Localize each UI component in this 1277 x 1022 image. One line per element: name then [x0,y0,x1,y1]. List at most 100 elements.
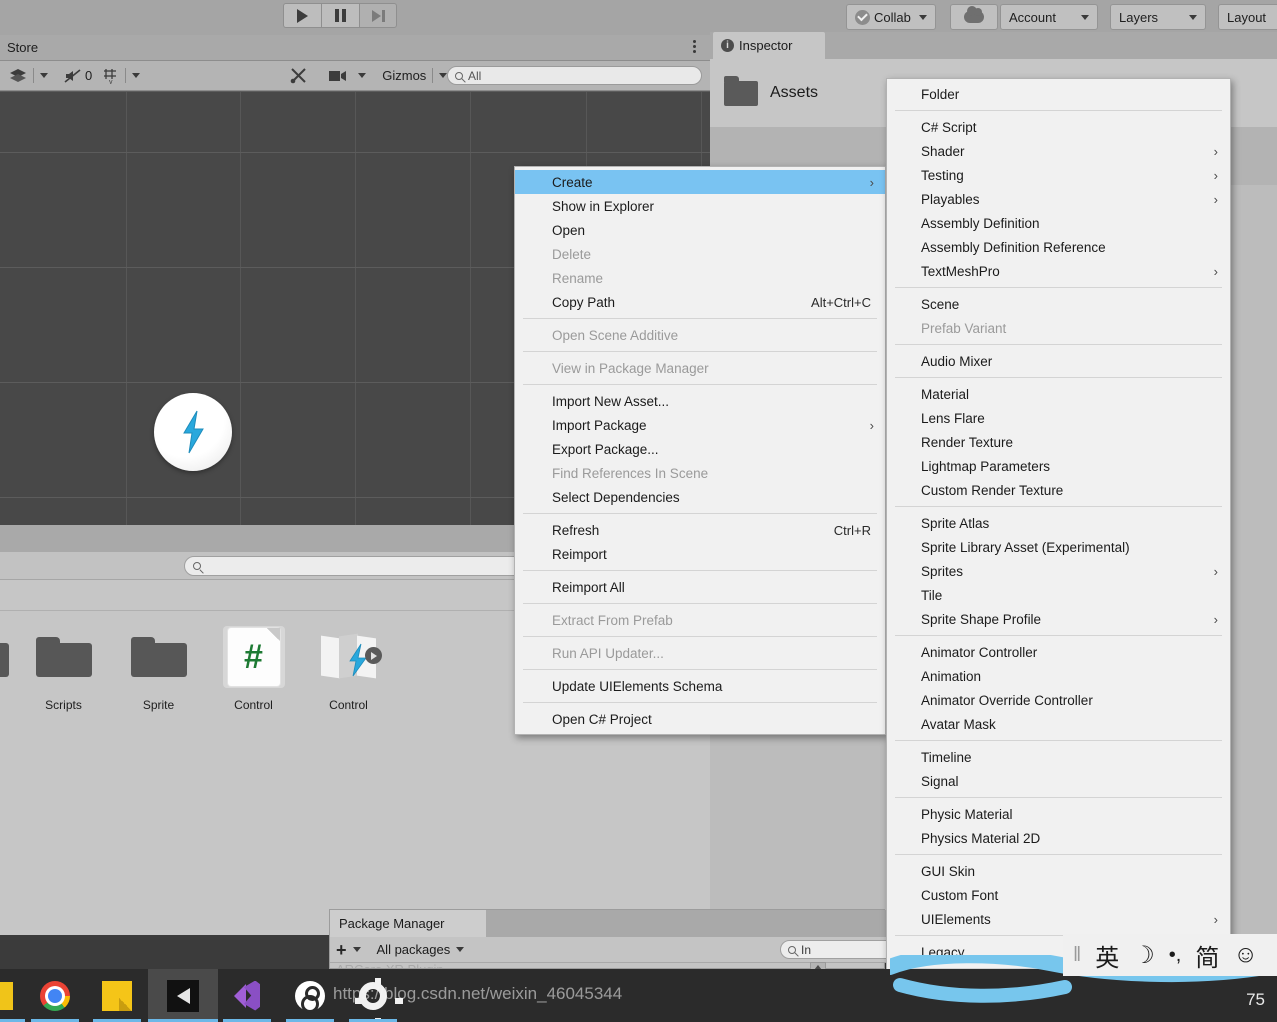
chevron-right-icon: › [1213,611,1218,627]
taskbar-item-chrome[interactable] [20,969,90,1022]
asset-item-control-script[interactable]: # Control [206,612,301,712]
play-button[interactable] [283,3,321,28]
shading-mode-dropdown[interactable] [35,65,53,86]
pause-button[interactable] [321,3,359,28]
account-button[interactable]: Account [1000,4,1098,30]
create-menu-item-uielements[interactable]: UIElements › [887,907,1230,931]
create-menu-item-signal[interactable]: Signal [887,769,1230,793]
create-menu-item-material[interactable]: Material [887,382,1230,406]
create-menu-item-sprite-library-asset-experimental[interactable]: Sprite Library Asset (Experimental) [887,535,1230,559]
create-menu-item-folder[interactable]: Folder [887,82,1230,106]
project-search-input[interactable] [184,556,534,576]
create-menu-item-testing[interactable]: Testing › [887,163,1230,187]
context-menu-item-import-package[interactable]: Import Package › [515,413,885,437]
scene-camera-dropdown[interactable] [353,65,371,86]
create-menu-item-shader[interactable]: Shader › [887,139,1230,163]
create-menu-item-sprite-shape-profile[interactable]: Sprite Shape Profile › [887,607,1230,631]
scene-sprite-object[interactable] [154,393,232,471]
collab-button[interactable]: Collab [846,4,936,30]
cloud-button[interactable] [950,4,998,30]
create-menu-item-textmeshpro[interactable]: TextMeshPro › [887,259,1230,283]
ime-punctuation-label[interactable]: •, [1169,944,1182,967]
chevron-right-icon: › [1213,191,1218,207]
context-menu-item-create[interactable]: Create › [515,170,885,194]
step-button[interactable] [359,3,397,28]
context-menu-item-select-dependencies[interactable]: Select Dependencies [515,485,885,509]
create-menu-item-lens-flare[interactable]: Lens Flare [887,406,1230,430]
create-menu-item-animation[interactable]: Animation [887,664,1230,688]
create-menu-item-physic-material[interactable]: Physic Material [887,802,1230,826]
drag-grip-icon[interactable]: ‖ [1073,944,1081,967]
menu-item-label: Timeline [921,749,972,765]
scene-fx-dropdown[interactable] [127,65,145,86]
taskbar-item-unity[interactable] [148,969,218,1022]
context-menu-item-import-new-asset[interactable]: Import New Asset... [515,389,885,413]
create-menu-item-custom-font[interactable]: Custom Font [887,883,1230,907]
ime-simplified-label[interactable]: 简 [1195,938,1219,973]
plus-icon[interactable]: + [336,941,347,959]
tab-inspector[interactable]: i Inspector [713,32,825,59]
cloud-icon [964,6,984,23]
tab-package-manager[interactable]: Package Manager [330,910,486,937]
context-menu-item-copy-path[interactable]: Copy Path Alt+Ctrl+C [515,290,885,314]
create-menu-item-assembly-definition[interactable]: Assembly Definition [887,211,1230,235]
chevron-down-icon[interactable] [352,947,361,952]
audio-count-label: 0 [85,68,93,83]
tab-store[interactable]: Store [7,40,38,55]
shading-mode-button[interactable] [4,65,32,86]
asset-thumbnail [128,626,190,688]
scene-search-input[interactable]: All [447,66,702,85]
create-menu-item-avatar-mask[interactable]: Avatar Mask [887,712,1230,736]
create-menu-item-render-texture[interactable]: Render Texture [887,430,1230,454]
prefab-icon [320,633,382,681]
create-menu-item-scene[interactable]: Scene [887,292,1230,316]
create-menu-item-custom-render-texture[interactable]: Custom Render Texture [887,478,1230,502]
context-menu-item-reimport[interactable]: Reimport [515,542,885,566]
context-menu-item-refresh[interactable]: Refresh Ctrl+R [515,518,885,542]
collab-label: Collab [874,9,911,25]
create-menu-item-lightmap-parameters[interactable]: Lightmap Parameters [887,454,1230,478]
audio-toggle-button[interactable]: 0 [59,65,97,86]
taskbar-item-notes[interactable] [82,969,152,1022]
create-menu-item-audio-mixer[interactable]: Audio Mixer [887,349,1230,373]
scene-tools-icon [290,68,306,84]
layout-button[interactable]: Layout [1218,4,1277,30]
moon-icon[interactable]: ☽ [1133,941,1155,970]
context-menu-item-reimport-all[interactable]: Reimport All [515,575,885,599]
context-menu-item-show-in-explorer[interactable]: Show in Explorer [515,194,885,218]
smiley-icon[interactable]: ☺ [1233,941,1258,969]
asset-item-sprite[interactable]: Sprite [111,612,206,712]
context-menu-item-export-package[interactable]: Export Package... [515,437,885,461]
menu-item-label: GUI Skin [921,863,976,879]
create-menu-item-timeline[interactable]: Timeline [887,745,1230,769]
create-submenu: Folder C# Script Shader › Testing › Playables ›… [886,78,1231,1022]
create-menu-item-animator-override-controller[interactable]: Animator Override Controller [887,688,1230,712]
project-context-menu: Create › Show in Explorer Open Delete Rename C… [514,166,886,735]
package-scope-dropdown[interactable]: All packages [377,942,465,957]
asset-item-scripts[interactable]: Scripts [16,612,111,712]
create-menu-item-c-script[interactable]: C# Script [887,115,1230,139]
context-menu-item-update-uielements-schema[interactable]: Update UIElements Schema [515,674,885,698]
taskbar-item-visual-studio[interactable] [212,969,282,1022]
create-menu-item-gui-skin[interactable]: GUI Skin [887,859,1230,883]
create-menu-item-animator-controller[interactable]: Animator Controller [887,640,1230,664]
scene-tools-button[interactable] [285,65,313,86]
ime-language-label[interactable]: 英 [1095,938,1119,973]
gizmos-button[interactable]: Gizmos [377,65,431,86]
menu-item-label: Physic Material [921,806,1013,822]
create-menu-item-sprites[interactable]: Sprites › [887,559,1230,583]
layers-button[interactable]: Layers [1110,4,1206,30]
panel-options-icon[interactable] [693,40,696,53]
create-menu-item-tile[interactable]: Tile [887,583,1230,607]
scene-fx-button[interactable]: y [97,65,124,86]
context-menu-item-open[interactable]: Open [515,218,885,242]
grid-line [126,91,127,561]
create-menu-item-assembly-definition-reference[interactable]: Assembly Definition Reference [887,235,1230,259]
create-menu-item-physics-material-2d[interactable]: Physics Material 2D [887,826,1230,850]
asset-item[interactable] [0,612,16,688]
asset-item-control-prefab[interactable]: Control [301,612,396,712]
scene-camera-button[interactable] [323,65,353,86]
context-menu-item-open-c-project[interactable]: Open C# Project [515,707,885,731]
create-menu-item-sprite-atlas[interactable]: Sprite Atlas [887,511,1230,535]
create-menu-item-playables[interactable]: Playables › [887,187,1230,211]
